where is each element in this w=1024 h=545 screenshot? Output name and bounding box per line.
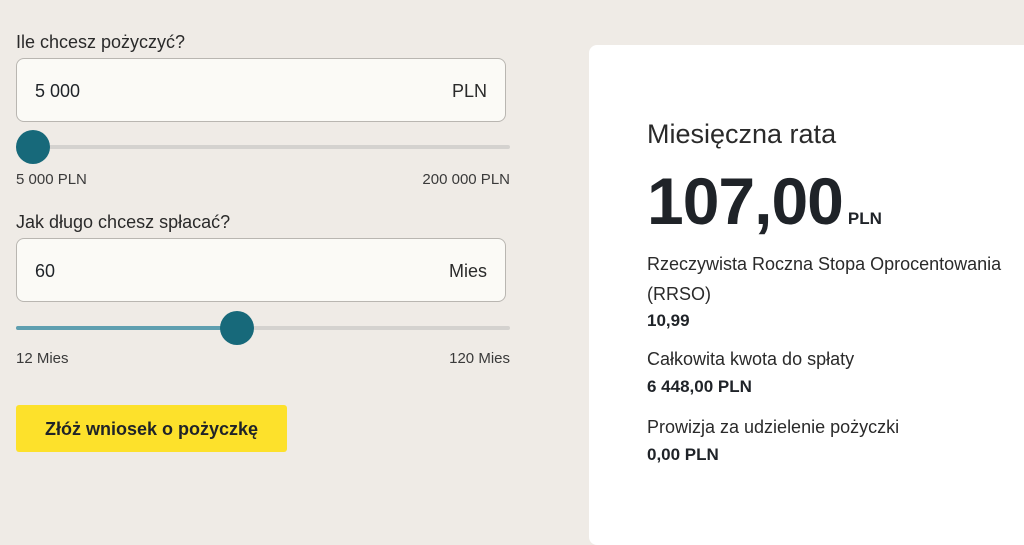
duration-label: Jak długo chcesz spłacać? bbox=[16, 212, 231, 232]
duration-value[interactable]: 60 bbox=[35, 261, 55, 282]
duration-input[interactable]: 60 Mies bbox=[16, 238, 506, 302]
slider-thumb[interactable] bbox=[16, 130, 50, 164]
slider-track[interactable] bbox=[16, 145, 510, 149]
total-amount-value: 6 448,00 PLN bbox=[647, 377, 752, 396]
monthly-amount-unit: PLN bbox=[847, 209, 882, 228]
fee-label: Prowizja za udzielenie pożyczki bbox=[647, 417, 900, 437]
monthly-payment-summary-card: Miesięczna rata 107,00 PLN Rzeczywista Ro… bbox=[589, 45, 1024, 545]
loan-amount-min-label: 5 000 PLN bbox=[16, 171, 87, 188]
rrso-label: Rzeczywista Roczna Stopa Oprocentowania … bbox=[647, 254, 1002, 304]
monthly-amount-row: 107,00 PLN bbox=[647, 163, 882, 239]
total-amount-label: Całkowita kwota do spłaty bbox=[647, 349, 855, 369]
loan-amount-value[interactable]: 5 000 bbox=[35, 81, 80, 102]
slider-thumb[interactable] bbox=[220, 311, 255, 345]
loan-amount-max-label: 200 000 PLN bbox=[422, 171, 510, 188]
loan-amount-slider[interactable] bbox=[16, 130, 510, 164]
loan-amount-label: Ile chcesz pożyczyć? bbox=[16, 32, 186, 52]
loan-amount-unit: PLN bbox=[451, 81, 487, 101]
duration-slider[interactable] bbox=[16, 311, 510, 345]
duration-min-label: 12 Mies bbox=[16, 350, 69, 367]
loan-amount-input[interactable]: 5 000 PLN bbox=[16, 58, 506, 122]
fee-value: 0,00 PLN bbox=[647, 445, 719, 464]
monthly-amount-value: 107,00 bbox=[647, 164, 844, 238]
rrso-value: 10,99 bbox=[647, 311, 690, 330]
duration-unit: Mies bbox=[448, 261, 487, 281]
duration-max-label: 120 Mies bbox=[449, 350, 510, 367]
apply-for-loan-button[interactable]: Złóż wniosek o pożyczkę bbox=[16, 405, 287, 452]
slider-fill bbox=[16, 326, 238, 330]
summary-title: Miesięczna rata bbox=[647, 119, 837, 149]
